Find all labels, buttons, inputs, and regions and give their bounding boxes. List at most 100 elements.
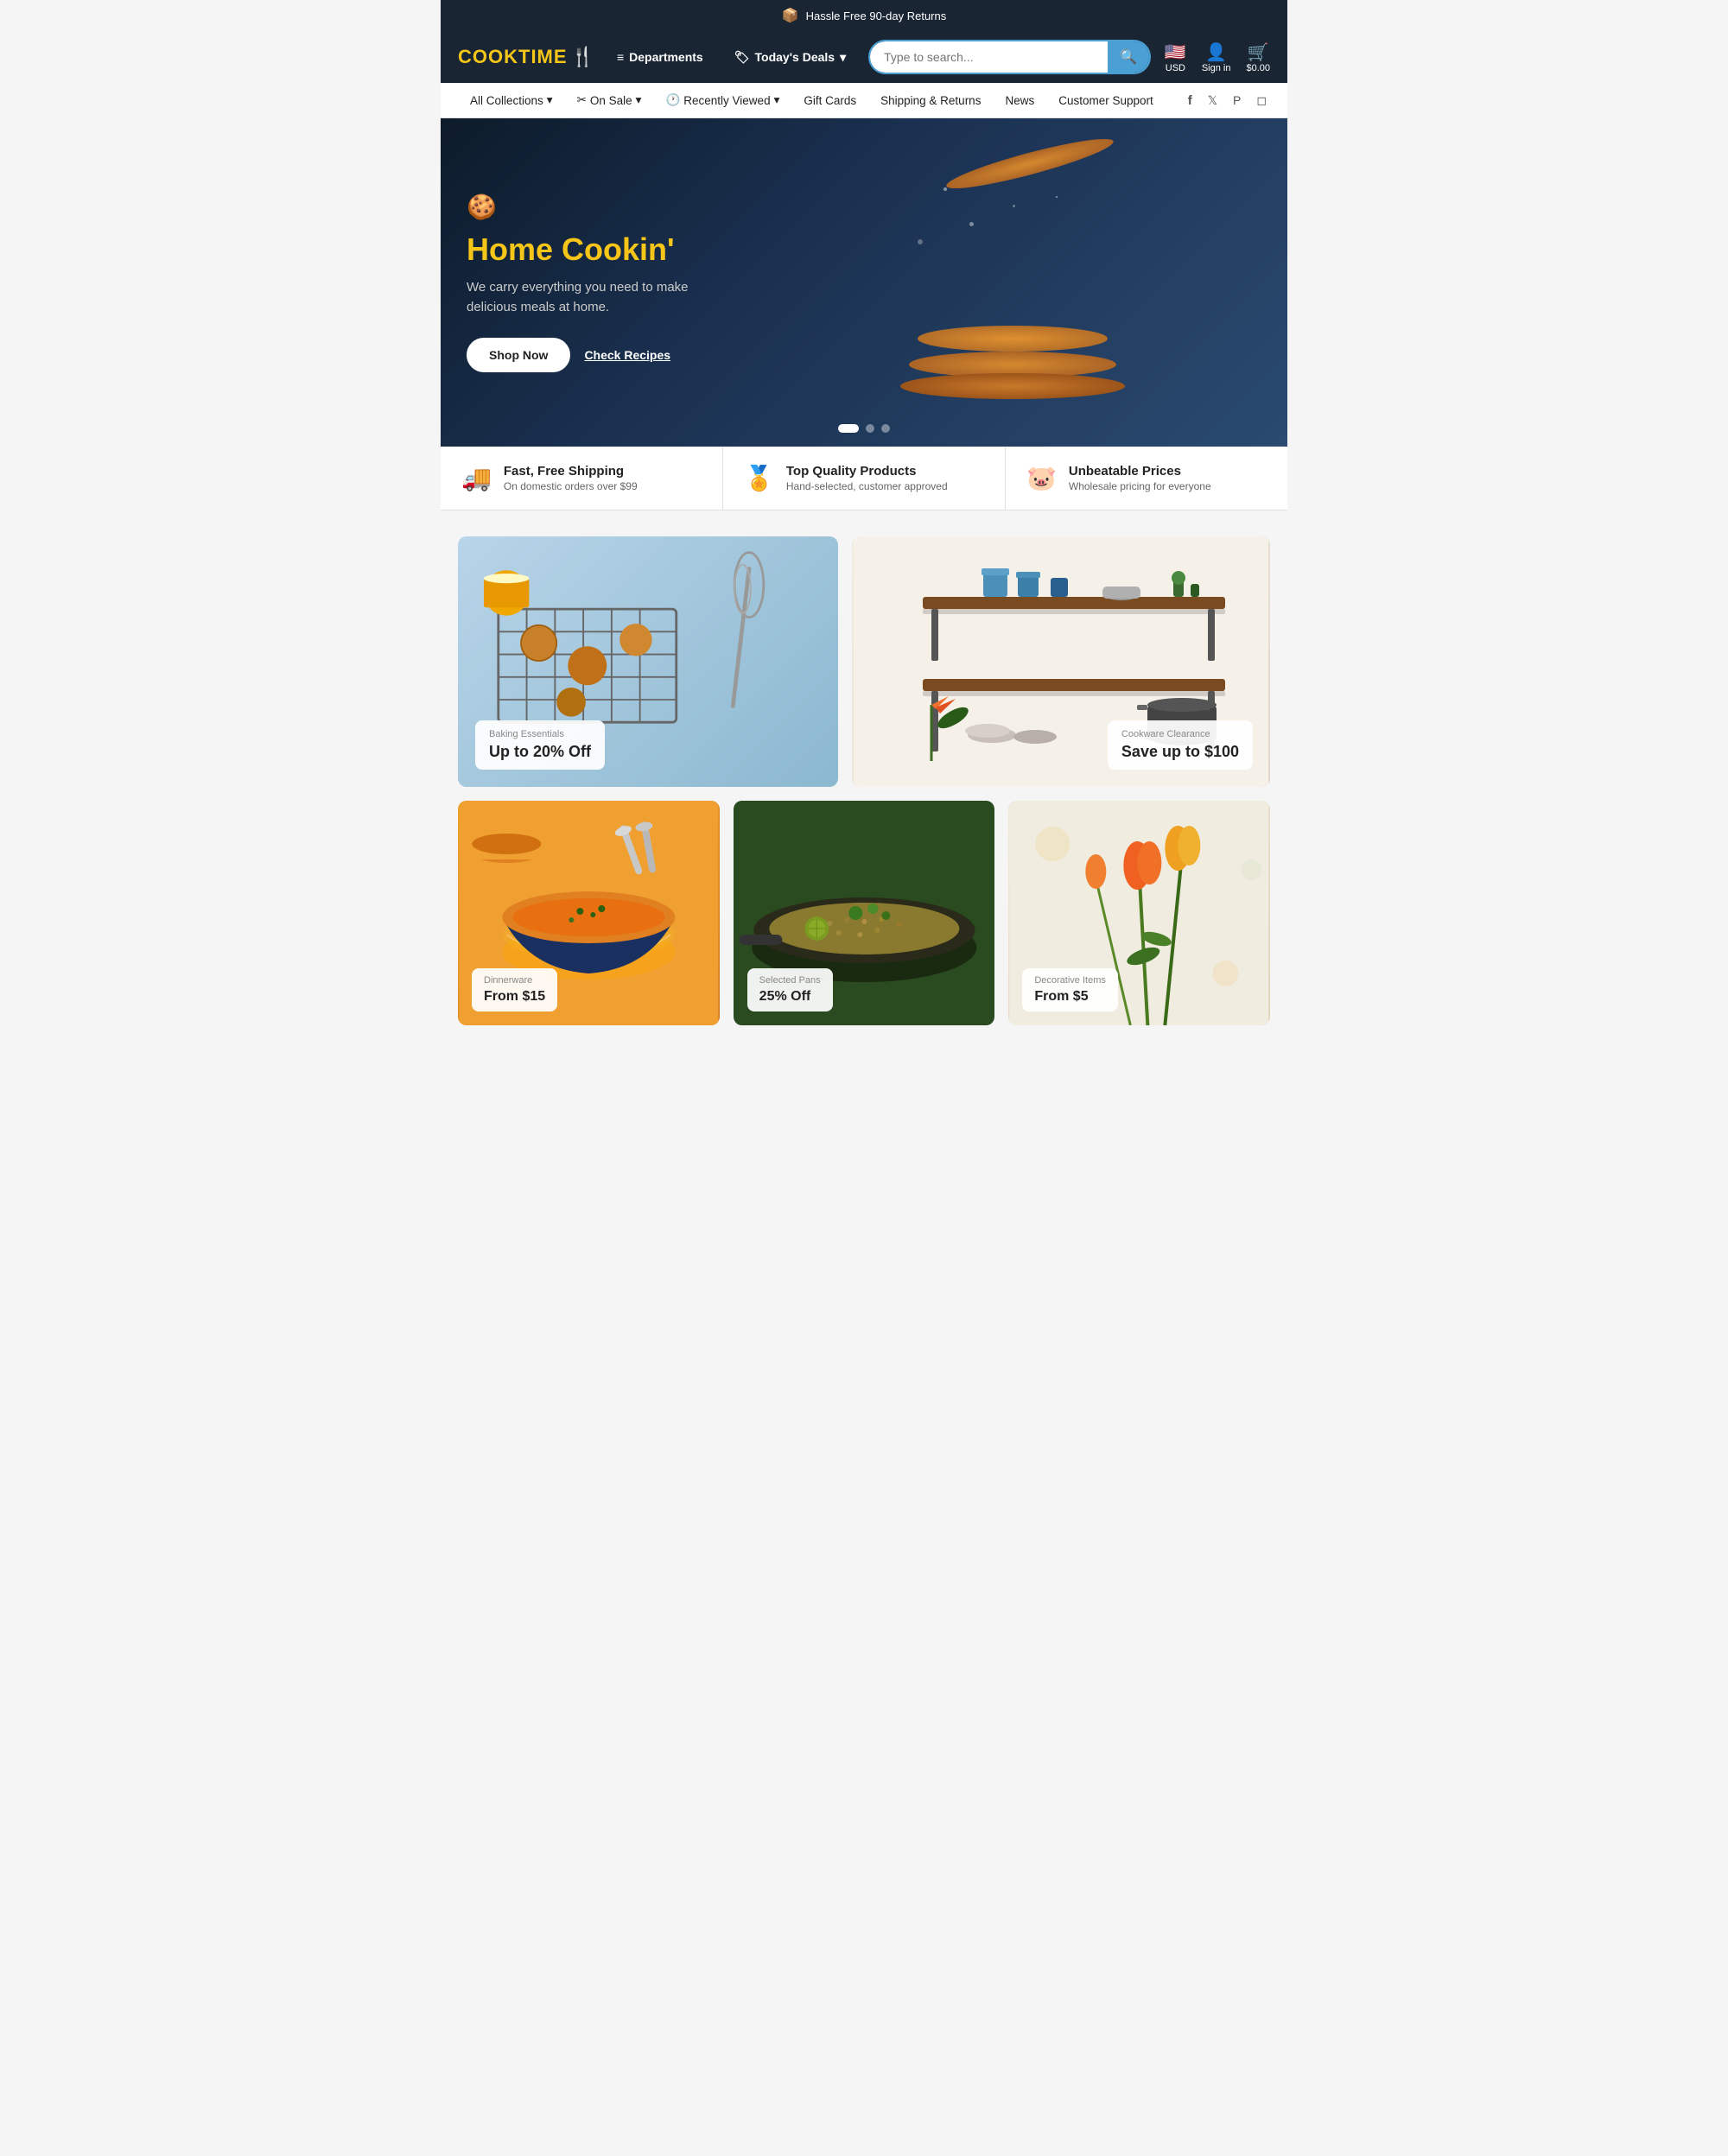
sidebar-item-gift-cards[interactable]: Gift Cards	[791, 84, 868, 117]
piggy-bank-icon: 🐷	[1026, 464, 1057, 492]
currency-label: USD	[1166, 63, 1185, 73]
promo-card-dinnerware[interactable]: Dinnerware From $15	[458, 801, 720, 1025]
carousel-dots	[838, 424, 890, 433]
search-input[interactable]	[870, 41, 1108, 73]
promo-row-top: Baking Essentials Up to 20% Off	[458, 536, 1270, 787]
baking-category: Baking Essentials	[489, 729, 591, 739]
promo-card-decorative[interactable]: Decorative Items From $5	[1008, 801, 1270, 1025]
dot-3[interactable]	[881, 424, 890, 433]
sidebar-item-news[interactable]: News	[993, 84, 1046, 117]
promo-card-cookware[interactable]: Cookware Clearance Save up to $100	[852, 536, 1270, 787]
facebook-link[interactable]: f	[1185, 86, 1196, 115]
cart-button[interactable]: 🛒 $0.00	[1246, 41, 1270, 73]
flag-icon: 🇺🇸	[1165, 41, 1186, 63]
sidebar-item-recently-viewed[interactable]: 🕐 Recently Viewed ▾	[653, 83, 791, 117]
pancake-layer-1	[900, 373, 1125, 399]
header: COOKTIME 🍴 ≡ Departments 🏷 Today's Deals…	[441, 31, 1287, 83]
feature-shipping-title: Fast, Free Shipping	[504, 464, 638, 479]
hero-section: 🍪 Home Cookin' We carry everything you n…	[441, 118, 1287, 447]
pans-title: 25% Off	[759, 989, 821, 1005]
check-recipes-button[interactable]: Check Recipes	[584, 348, 670, 362]
hero-image	[737, 118, 1287, 447]
feature-prices: 🐷 Unbeatable Prices Wholesale pricing fo…	[1006, 447, 1287, 510]
user-icon: 👤	[1205, 41, 1227, 63]
feature-shipping: 🚚 Fast, Free Shipping On domestic orders…	[441, 447, 723, 510]
feature-quality-title: Top Quality Products	[786, 464, 948, 479]
today-deals-button[interactable]: 🏷 Today's Deals ▾	[726, 45, 854, 70]
top-banner: 📦 Hassle Free 90-day Returns	[441, 0, 1287, 31]
dust-particle	[969, 222, 974, 226]
feature-prices-text: Unbeatable Prices Wholesale pricing for …	[1069, 464, 1211, 492]
dust-particle	[943, 187, 947, 191]
cookie-icon: 🍪	[467, 193, 708, 221]
promo-label-baking: Baking Essentials Up to 20% Off	[475, 720, 605, 770]
promo-label-pans: Selected Pans 25% Off	[747, 968, 833, 1011]
feature-shipping-text: Fast, Free Shipping On domestic orders o…	[504, 464, 638, 492]
deals-label: Today's Deals	[755, 50, 835, 64]
sidebar-item-all-collections[interactable]: All Collections ▾	[458, 83, 565, 117]
dinnerware-category: Dinnerware	[484, 975, 545, 986]
package-icon: 📦	[782, 7, 799, 24]
promo-label-cookware: Cookware Clearance Save up to $100	[1108, 720, 1253, 770]
promo-section: Baking Essentials Up to 20% Off	[441, 510, 1287, 1043]
promo-label-dinnerware: Dinnerware From $15	[472, 968, 557, 1011]
feature-quality-text: Top Quality Products Hand-selected, cust…	[786, 464, 948, 492]
dust-particle	[1013, 205, 1015, 207]
twitter-link[interactable]: 𝕏	[1204, 86, 1221, 115]
dust-particle	[1056, 196, 1058, 198]
all-collections-label: All Collections	[470, 94, 543, 107]
dot-1[interactable]	[838, 424, 859, 433]
features-strip: 🚚 Fast, Free Shipping On domestic orders…	[441, 447, 1287, 510]
banner-text: Hassle Free 90-day Returns	[806, 10, 947, 22]
feature-prices-desc: Wholesale pricing for everyone	[1069, 480, 1211, 492]
dust-particle	[918, 239, 923, 244]
decorative-category: Decorative Items	[1034, 975, 1106, 986]
currency-selector[interactable]: 🇺🇸 USD	[1165, 41, 1186, 73]
cookware-title: Save up to $100	[1121, 743, 1239, 761]
pans-category: Selected Pans	[759, 975, 821, 986]
logo[interactable]: COOKTIME 🍴	[458, 46, 594, 68]
promo-row-bottom: Dinnerware From $15	[458, 801, 1270, 1025]
decorative-title: From $5	[1034, 989, 1106, 1005]
promo-card-pans[interactable]: Selected Pans 25% Off	[734, 801, 995, 1025]
sidebar-item-on-sale[interactable]: ✂ On Sale ▾	[565, 83, 654, 117]
pancake-stack	[900, 326, 1125, 395]
search-bar: 🔍	[868, 40, 1151, 74]
departments-label: Departments	[629, 50, 703, 64]
dinnerware-title: From $15	[484, 989, 545, 1005]
dot-2[interactable]	[866, 424, 874, 433]
chevron-down-icon: ▾	[547, 93, 553, 107]
clock-icon: 🕐	[665, 93, 680, 107]
sign-in-button[interactable]: 👤 Sign in	[1202, 41, 1231, 73]
cookware-category: Cookware Clearance	[1121, 729, 1239, 739]
truck-icon: 🚚	[461, 464, 492, 492]
news-label: News	[1005, 94, 1034, 107]
cart-total: $0.00	[1246, 63, 1270, 73]
menu-icon: ≡	[617, 50, 624, 64]
chevron-down-icon: ▾	[636, 93, 642, 107]
shipping-label: Shipping & Returns	[880, 94, 981, 107]
chevron-down-icon: ▾	[774, 93, 780, 107]
promo-card-baking[interactable]: Baking Essentials Up to 20% Off	[458, 536, 838, 787]
pancake-layer-3	[918, 326, 1108, 352]
tag-icon: 🏷	[734, 50, 750, 65]
gift-cards-label: Gift Cards	[804, 94, 856, 107]
social-icons: f 𝕏 P ◻	[1185, 86, 1270, 115]
search-button[interactable]: 🔍	[1108, 41, 1149, 73]
promo-label-decorative: Decorative Items From $5	[1022, 968, 1118, 1011]
pinterest-link[interactable]: P	[1229, 86, 1244, 114]
hero-title: Home Cookin'	[467, 231, 708, 268]
shop-now-button[interactable]: Shop Now	[467, 338, 570, 372]
hero-subtitle: We carry everything you need to make del…	[467, 278, 708, 317]
instagram-link[interactable]: ◻	[1253, 86, 1270, 115]
departments-button[interactable]: ≡ Departments	[608, 45, 712, 69]
logo-text: COOKTIME	[458, 46, 568, 68]
cart-icon: 🛒	[1248, 41, 1269, 63]
navbar: All Collections ▾ ✂ On Sale ▾ 🕐 Recently…	[441, 83, 1287, 118]
baking-title: Up to 20% Off	[489, 743, 591, 761]
chevron-down-icon: ▾	[840, 50, 846, 65]
sidebar-item-shipping[interactable]: Shipping & Returns	[868, 84, 993, 117]
sale-icon: ✂	[577, 93, 587, 107]
flying-pancake	[943, 131, 1116, 197]
sidebar-item-customer-support[interactable]: Customer Support	[1046, 84, 1166, 117]
